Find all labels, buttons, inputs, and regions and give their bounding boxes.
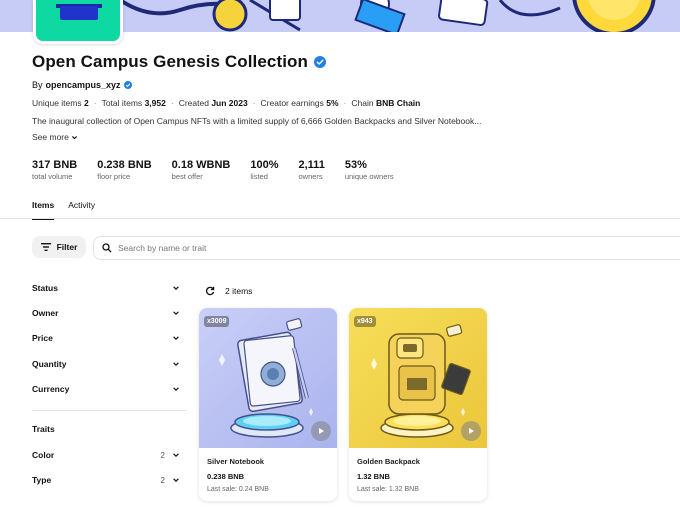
items-header: 2 items xyxy=(205,286,252,296)
trait-label: Type xyxy=(32,475,52,485)
chevron-down-icon xyxy=(173,336,179,341)
creator-row: By opencampus_xyz xyxy=(32,80,132,90)
trait-count: 2 xyxy=(160,475,165,485)
meta-chain: Chain BNB Chain xyxy=(351,98,421,108)
chevron-down-icon xyxy=(173,387,179,392)
search-input[interactable] xyxy=(118,243,518,253)
facet-label: Price xyxy=(32,333,53,343)
by-label: By xyxy=(32,80,43,90)
item-price: 1.32 BNB xyxy=(357,472,390,481)
facet-status[interactable]: Status xyxy=(32,280,180,296)
play-button[interactable] xyxy=(311,421,331,441)
collection-title: Open Campus Genesis Collection xyxy=(32,52,309,71)
chevron-down-icon xyxy=(173,286,179,291)
play-icon xyxy=(319,428,324,434)
tabs-divider xyxy=(0,218,680,219)
trait-type[interactable]: Type 2 xyxy=(32,472,180,488)
item-quantity-badge: x943 xyxy=(354,316,376,327)
item-price: 0.238 BNB xyxy=(207,472,245,481)
meta-total-items: Total items 3,952 xyxy=(101,98,166,108)
search-bar[interactable] xyxy=(93,236,680,260)
filter-button[interactable]: Filter xyxy=(32,236,86,258)
item-name: Golden Backpack xyxy=(357,457,420,466)
traits-label: Traits xyxy=(32,424,55,434)
stat-owners: 2,111 owners xyxy=(298,159,325,181)
chevron-down-icon xyxy=(173,453,179,458)
item-card-silver-notebook[interactable]: x3009 Silver Notebook 0.238 BNB Last sal… xyxy=(199,308,337,501)
refresh-icon[interactable] xyxy=(205,286,215,296)
trait-count: 2 xyxy=(160,450,165,460)
item-last-sale: Last sale: 0.24 BNB xyxy=(207,486,269,493)
search-icon xyxy=(102,243,112,253)
collection-stats: 317 BNB total volume 0.238 BNB floor price… xyxy=(32,159,414,181)
facet-quantity[interactable]: Quantity xyxy=(32,356,180,372)
sidebar-divider xyxy=(32,410,187,411)
collection-title-row: Open Campus Genesis Collection xyxy=(32,52,327,72)
item-last-sale: Last sale: 1.32 BNB xyxy=(357,486,419,493)
creator-verified-icon xyxy=(123,81,132,89)
stat-unique-owners: 53% unique owners xyxy=(344,159,394,181)
trait-color[interactable]: Color 2 xyxy=(32,447,180,463)
collection-tabs: Items Activity xyxy=(32,200,95,220)
collection-description: The inaugural collection of Open Campus … xyxy=(32,116,482,126)
facet-owner[interactable]: Owner xyxy=(32,305,180,321)
meta-created: Created Jun 2023 xyxy=(178,98,248,108)
facet-label: Currency xyxy=(32,384,70,394)
item-card-golden-backpack[interactable]: x943 Golden Backpack 1.32 BNB Last sale:… xyxy=(349,308,487,501)
facet-label: Status xyxy=(32,283,58,293)
facet-price[interactable]: Price xyxy=(32,330,180,346)
facet-label: Owner xyxy=(32,308,59,318)
tab-activity[interactable]: Activity xyxy=(68,200,95,220)
meta-unique-items: Unique items 2 xyxy=(32,98,89,108)
chevron-down-icon xyxy=(71,135,77,139)
chevron-down-icon xyxy=(173,311,179,316)
verified-icon xyxy=(314,56,327,68)
collection-avatar xyxy=(33,0,123,44)
see-more-label: See more xyxy=(32,132,69,142)
stat-total-volume: 317 BNB total volume xyxy=(32,159,78,181)
see-more-button[interactable]: See more xyxy=(32,132,78,142)
stat-listed: 100% listed xyxy=(250,159,279,181)
filter-label: Filter xyxy=(56,242,78,252)
stat-floor-price: 0.238 BNB floor price xyxy=(97,159,152,181)
meta-creator-earnings: Creator earnings 5% xyxy=(260,98,339,108)
facet-label: Quantity xyxy=(32,359,67,369)
items-count: 2 items xyxy=(225,286,253,296)
trait-label: Color xyxy=(32,450,55,460)
chevron-down-icon xyxy=(173,478,179,483)
play-icon xyxy=(469,428,474,434)
stat-best-offer: 0.18 WBNB best offer xyxy=(171,159,231,181)
tab-items[interactable]: Items xyxy=(32,200,55,220)
collection-meta: Unique items 2 · Total items 3,952 · Cre… xyxy=(32,98,421,108)
chevron-down-icon xyxy=(173,362,179,367)
creator-link[interactable]: opencampus_xyz xyxy=(46,80,121,90)
filter-icon xyxy=(40,243,51,251)
facet-currency[interactable]: Currency xyxy=(32,381,180,397)
item-quantity-badge: x3009 xyxy=(204,316,230,327)
item-name: Silver Notebook xyxy=(207,457,265,466)
traits-heading: Traits xyxy=(32,421,180,437)
play-button[interactable] xyxy=(461,421,481,441)
